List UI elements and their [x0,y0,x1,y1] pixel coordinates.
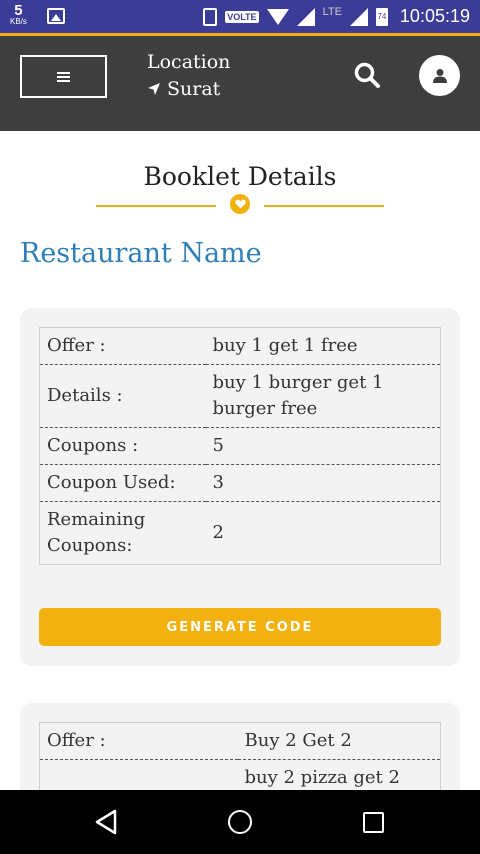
vibrate-icon [203,7,218,26]
restaurant-name: Restaurant Name [20,238,262,269]
system-navigation-bar [0,790,480,854]
generate-code-button[interactable]: GENERATE CODE [39,608,441,646]
home-icon[interactable] [228,810,252,834]
row-label: Offer : [47,335,106,356]
menu-button[interactable] [20,55,107,98]
signal-icon [296,7,315,26]
status-bar: 5 KB/s VOLTE LTE 74 10:05:19 [0,0,480,33]
location-label[interactable]: Location [147,51,230,73]
row-label: Coupons : [39,427,206,465]
title-divider-right [264,205,384,207]
row-value: 5 [205,427,441,465]
table-row: Coupons : 5 [39,427,441,465]
network-speed-value: 5 [14,2,23,19]
lte-label: LTE [322,5,342,18]
page-title: Booklet Details [143,162,337,191]
heart-icon [230,194,250,214]
signal-icon-2 [349,7,368,26]
row-label: Offer : [47,730,106,751]
recent-apps-icon[interactable] [363,812,384,833]
row-label: Details : [39,364,206,428]
network-speed-unit: KB/s [10,17,27,26]
image-notification-icon [47,8,65,24]
row-label: Remaining Coupons: [39,501,206,565]
location-city[interactable]: Surat [147,78,220,100]
row-value: buy 1 get 1 free [212,335,358,356]
navigation-arrow-icon [148,83,160,95]
clock: 10:05:19 [399,6,470,26]
wifi-icon [266,8,289,25]
network-speed: 5 KB/s [10,3,27,26]
booklet-details-table: Offer : Buy 2 Get 2 buy 2 pizza get 2 [39,722,441,797]
row-value: 3 [205,464,441,502]
booklet-card: Offer : buy 1 get 1 free Details : buy 1… [20,308,460,666]
volte-badge: VOLTE [225,10,259,23]
search-icon[interactable] [352,60,382,90]
row-value: Buy 2 Get 2 [244,730,352,751]
row-value: 2 [205,501,441,565]
table-row: Offer : buy 1 get 1 free [40,328,441,365]
row-label: Coupon Used: [39,464,206,502]
table-row: Coupon Used: 3 [39,464,441,502]
battery-icon: 74 [375,7,388,26]
title-divider-left [96,205,216,207]
table-row: Offer : Buy 2 Get 2 [40,723,441,760]
booklet-details-table: Offer : buy 1 get 1 free Details : buy 1… [39,327,441,565]
app-header: Location Surat [0,36,480,131]
row-value: buy 1 burger get 1 burger free [205,364,441,428]
hamburger-icon [57,71,70,82]
table-row: Remaining Coupons: 2 [39,501,441,565]
table-row: Details : buy 1 burger get 1 burger free [39,364,441,428]
user-icon [432,68,447,83]
back-icon[interactable] [94,809,118,835]
profile-button[interactable] [419,55,460,96]
city-name: Surat [167,78,221,100]
